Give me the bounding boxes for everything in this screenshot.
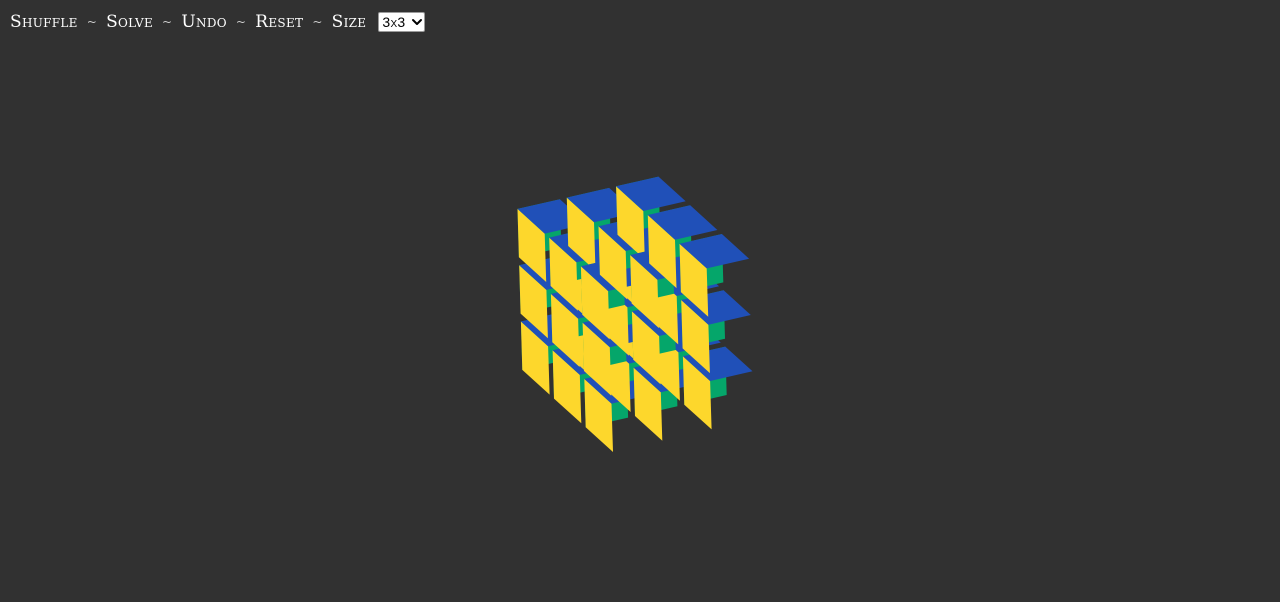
cube-viewport[interactable] bbox=[0, 0, 1280, 602]
